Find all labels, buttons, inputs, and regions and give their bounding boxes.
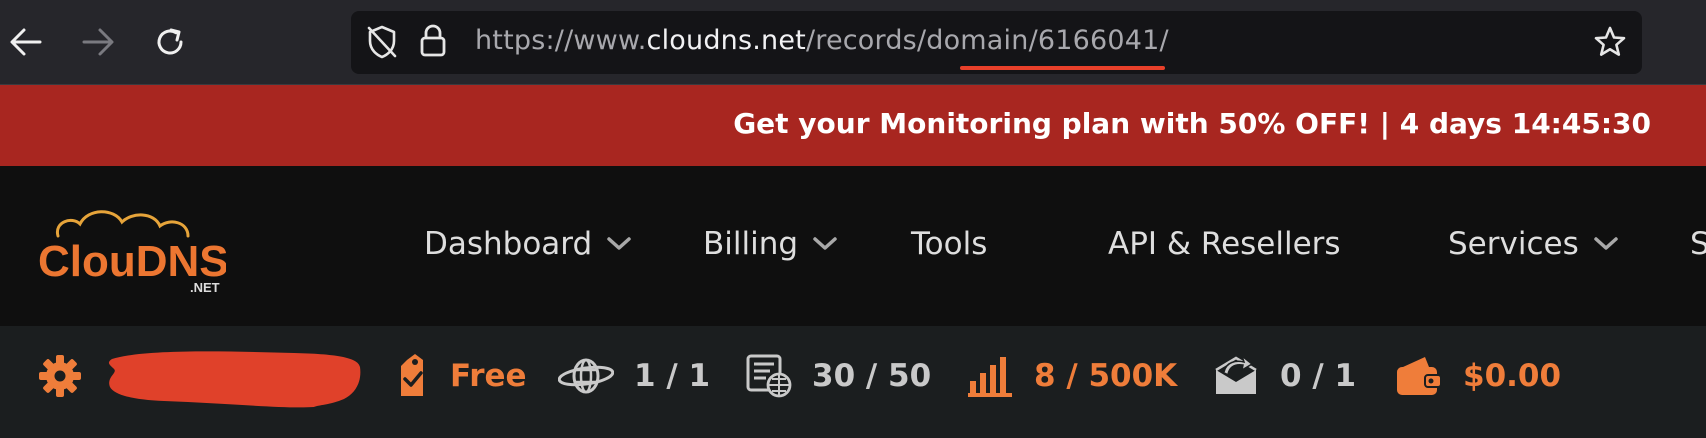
zones-value: 1 / 1 bbox=[634, 358, 711, 394]
tracking-protection-icon[interactable] bbox=[365, 24, 399, 64]
logo-suffix: .NET bbox=[190, 280, 220, 294]
nav-services-label: Services bbox=[1448, 226, 1579, 262]
records-value: 30 / 50 bbox=[812, 358, 932, 394]
lock-icon[interactable] bbox=[419, 24, 447, 62]
promo-text[interactable]: Get your Monitoring plan with 50% OFF! |… bbox=[733, 107, 1651, 140]
chevron-down-icon bbox=[813, 237, 837, 250]
bar-chart-icon bbox=[968, 357, 1012, 397]
cloudns-logo[interactable]: ClouDNS .NET bbox=[36, 204, 229, 295]
nav-item-truncated[interactable]: S bbox=[1690, 226, 1706, 262]
forward-button[interactable] bbox=[76, 20, 120, 64]
reload-button[interactable] bbox=[148, 20, 192, 64]
records-icon bbox=[746, 354, 792, 398]
browser-toolbar: https://www.cloudns.net/records/domain/6… bbox=[0, 0, 1706, 85]
main-nav: ClouDNS .NET Dashboard Billing Tools API… bbox=[0, 166, 1706, 326]
nav-billing[interactable]: Billing bbox=[703, 226, 838, 262]
nav-dashboard-label: Dashboard bbox=[424, 226, 593, 262]
mail-forward-icon bbox=[1215, 354, 1257, 394]
nav-tools-label: Tools bbox=[911, 226, 988, 262]
queries-value: 8 / 500K bbox=[1034, 358, 1178, 394]
globe-icon bbox=[558, 358, 614, 394]
nav-services[interactable]: Services bbox=[1448, 226, 1619, 262]
chevron-down-icon bbox=[607, 237, 631, 250]
plan-value: Free bbox=[450, 358, 527, 394]
gear-icon bbox=[39, 355, 81, 397]
nav-api-resellers-label: API & Resellers bbox=[1108, 226, 1341, 262]
balance-value: $0.00 bbox=[1463, 358, 1562, 394]
price-tag-icon bbox=[401, 354, 423, 396]
chevron-down-icon bbox=[1593, 237, 1618, 250]
nav-dashboard[interactable]: Dashboard bbox=[424, 226, 632, 262]
url-path: /records/domain/6166041/ bbox=[805, 25, 1169, 56]
reload-icon bbox=[157, 28, 183, 55]
back-button[interactable] bbox=[4, 20, 48, 64]
balance-stat[interactable]: $0.00 bbox=[1395, 348, 1561, 404]
wallet-icon bbox=[1397, 357, 1442, 395]
back-arrow-icon bbox=[10, 28, 42, 56]
logo-text: ClouDNS bbox=[38, 237, 226, 286]
mail-value: 0 / 1 bbox=[1280, 358, 1357, 394]
forward-arrow-icon bbox=[82, 28, 114, 56]
address-bar[interactable]: https://www.cloudns.net/records/domain/6… bbox=[351, 11, 1642, 74]
queries-stat[interactable]: 8 / 500K bbox=[968, 348, 1177, 404]
nav-billing-label: Billing bbox=[703, 226, 799, 262]
nav-api-resellers[interactable]: API & Resellers bbox=[1108, 226, 1341, 262]
promo-banner[interactable]: Get your Monitoring plan with 50% OFF! |… bbox=[0, 85, 1706, 166]
mail-stat[interactable]: 0 / 1 bbox=[1212, 348, 1356, 404]
url-host: cloudns.net bbox=[646, 25, 806, 56]
settings-stat[interactable] bbox=[36, 348, 84, 404]
plan-stat[interactable]: Free bbox=[394, 348, 527, 404]
nav-truncated-label: S bbox=[1690, 226, 1706, 262]
records-stat[interactable]: 30 / 50 bbox=[746, 348, 931, 404]
url-prefix: https://www. bbox=[475, 25, 647, 56]
star-icon[interactable] bbox=[1592, 24, 1628, 64]
redacted-account-name bbox=[108, 351, 361, 408]
url-text[interactable]: https://www.cloudns.net/records/domain/6… bbox=[475, 25, 1169, 56]
account-stats-bar: Free 1 / 1 30 / 50 8 / 500K 0 / 1 $0.00 bbox=[0, 326, 1706, 438]
nav-tools[interactable]: Tools bbox=[911, 226, 987, 262]
zones-stat[interactable]: 1 / 1 bbox=[558, 348, 710, 404]
logo-graphic: ClouDNS .NET bbox=[38, 210, 229, 295]
url-highlight-underline bbox=[960, 66, 1165, 70]
